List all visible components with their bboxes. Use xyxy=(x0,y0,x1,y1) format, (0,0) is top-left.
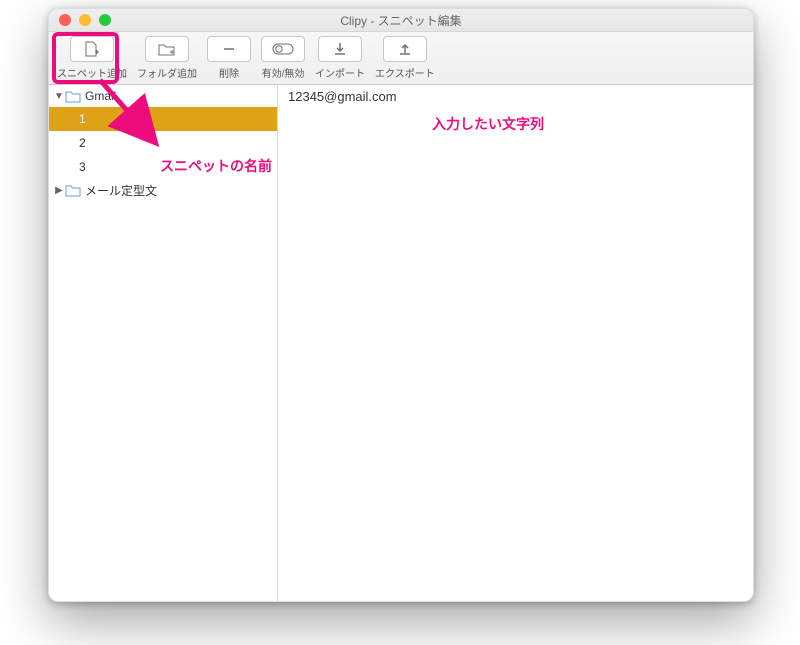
snippet-name: 1 xyxy=(79,112,86,126)
import-button[interactable]: インポート xyxy=(313,36,367,80)
add-folder-button[interactable]: フォルダ追加 xyxy=(135,36,199,80)
folder-row[interactable]: ▼ Gmail xyxy=(49,85,277,107)
snippet-row[interactable]: 1 xyxy=(49,107,277,131)
app-window: Clipy - スニペット編集 スニペット追加 xyxy=(48,8,754,602)
download-icon xyxy=(318,36,362,62)
zoom-button[interactable] xyxy=(99,14,111,26)
toolbar-label: フォルダ追加 xyxy=(137,65,197,80)
folder-icon xyxy=(65,90,81,103)
toolbar-label: 有効/無効 xyxy=(262,65,305,80)
main-body: ▼ Gmail 1 2 3 ▶ メール定型文 12345@gmail.com xyxy=(49,85,753,601)
toolbar-label: スニペット追加 xyxy=(57,65,127,80)
minimize-button[interactable] xyxy=(79,14,91,26)
snippet-name: 3 xyxy=(79,160,86,174)
folder-name: Gmail xyxy=(85,89,116,103)
folder-row[interactable]: ▶ メール定型文 xyxy=(49,179,277,201)
upload-icon xyxy=(383,36,427,62)
folder-icon xyxy=(65,184,81,197)
folder-name: メール定型文 xyxy=(85,182,157,199)
disclosure-open-icon[interactable]: ▼ xyxy=(53,91,65,102)
toolbar-label: エクスポート xyxy=(375,65,435,80)
toolbar-label: 削除 xyxy=(219,65,239,80)
add-snippet-button[interactable]: スニペット追加 xyxy=(55,36,129,80)
folder-plus-icon xyxy=(145,36,189,62)
file-plus-icon xyxy=(70,36,114,62)
snippet-row[interactable]: 3 xyxy=(49,155,277,179)
toolbar: スニペット追加 フォルダ追加 削除 xyxy=(49,32,753,85)
toolbar-label: インポート xyxy=(315,65,365,80)
titlebar: Clipy - スニペット編集 xyxy=(49,9,753,32)
close-button[interactable] xyxy=(59,14,71,26)
sidebar: ▼ Gmail 1 2 3 ▶ メール定型文 xyxy=(49,85,278,601)
snippet-content-area[interactable]: 12345@gmail.com xyxy=(278,85,753,601)
delete-button[interactable]: 削除 xyxy=(205,36,253,80)
snippet-content-value: 12345@gmail.com xyxy=(288,89,397,104)
snippet-row[interactable]: 2 xyxy=(49,131,277,155)
export-button[interactable]: エクスポート xyxy=(373,36,437,80)
disclosure-closed-icon[interactable]: ▶ xyxy=(53,185,65,196)
enable-disable-button[interactable]: 有効/無効 xyxy=(259,36,307,80)
toggle-icon xyxy=(261,36,305,62)
minus-icon xyxy=(207,36,251,62)
window-title: Clipy - スニペット編集 xyxy=(49,12,753,29)
window-controls xyxy=(59,14,111,26)
snippet-name: 2 xyxy=(79,136,86,150)
